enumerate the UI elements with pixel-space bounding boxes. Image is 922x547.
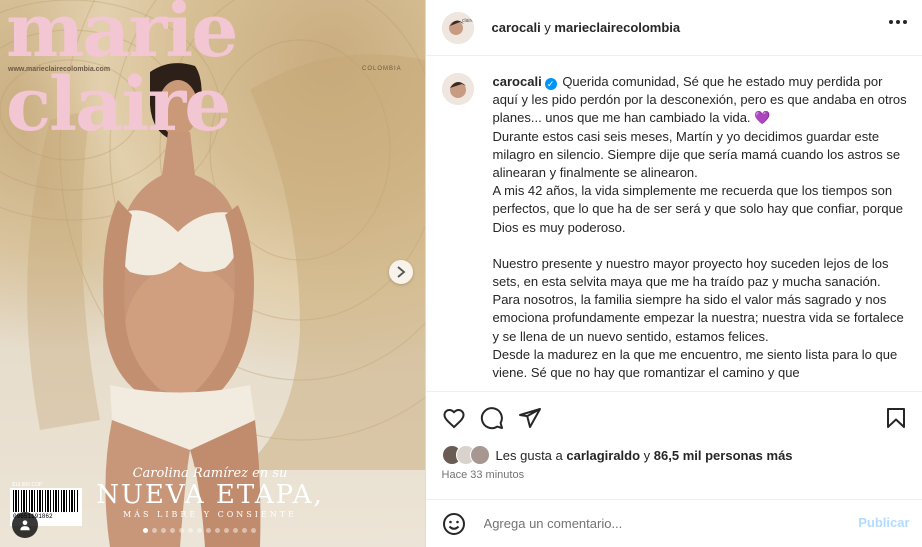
comment-input[interactable] <box>481 515 846 532</box>
header-connector: y <box>540 20 555 35</box>
verified-badge-icon: ✓ <box>544 78 557 90</box>
instagram-post-modal: marie claire www.marieclairecolombia.com… <box>0 0 922 547</box>
caption-scroll-area[interactable]: carocali ✓ Querida comunidad, Sé que he e… <box>426 57 922 391</box>
carousel-dot <box>224 528 229 533</box>
heart-icon[interactable] <box>442 406 466 430</box>
post-header: claire carocali y marieclairecolombia <box>425 0 922 56</box>
header-user-marieclaire[interactable]: marieclairecolombia <box>554 20 680 35</box>
carousel-dot <box>242 528 247 533</box>
emoji-icon[interactable] <box>442 512 466 536</box>
avatar[interactable]: claire <box>441 11 474 44</box>
carousel-dot <box>197 528 202 533</box>
cover-headline: NUEVA ETAPA, <box>96 480 324 510</box>
user-tag-icon[interactable] <box>12 512 38 538</box>
likes-middle: y <box>640 447 654 463</box>
caption-body-1: Querida comunidad, Sé que he estado muy … <box>492 74 907 235</box>
carousel-dot <box>215 528 220 533</box>
header-user-carocali[interactable]: carocali <box>492 20 541 35</box>
more-horizontal-icon[interactable] <box>888 20 907 24</box>
caption-paragraph-2: Nuestro presente y nuestro mayor proyect… <box>492 255 904 381</box>
likes-row: Les gusta a carlagiraldo y 86,5 mil pers… <box>441 445 793 465</box>
likes-text: Les gusta a carlagiraldo y 86,5 mil pers… <box>496 448 793 463</box>
caption-username[interactable]: carocali <box>493 74 542 89</box>
post-comment-button[interactable]: Publicar <box>858 515 909 530</box>
send-icon[interactable] <box>518 406 542 430</box>
magazine-country: COLOMBIA <box>362 66 402 72</box>
caption-avatar[interactable] <box>441 73 474 105</box>
carousel-dot <box>170 528 175 533</box>
carousel-dot <box>179 528 184 533</box>
post-image[interactable]: marie claire www.marieclairecolombia.com… <box>0 0 426 547</box>
comment-icon[interactable] <box>480 406 504 430</box>
liker-avatar[interactable] <box>469 445 490 465</box>
carousel-dot <box>251 528 256 533</box>
carousel-dot <box>161 528 166 533</box>
carousel-dot <box>152 528 157 533</box>
carousel-dot <box>188 528 193 533</box>
cover-tagline-name: Carolina Ramírez en su <box>132 466 288 481</box>
carousel-dot <box>233 528 238 533</box>
likes-prefix: Les gusta a <box>495 447 567 463</box>
post-timestamp[interactable]: Hace 33 minutos <box>442 469 525 481</box>
carousel-dot <box>206 528 211 533</box>
carousel-dots <box>143 528 256 533</box>
chevron-right-icon[interactable] <box>389 260 413 284</box>
likes-count[interactable]: 86,5 mil personas más <box>654 448 793 463</box>
caption-paragraph-1: carocali ✓ Querida comunidad, Sé que he e… <box>493 73 908 237</box>
magazine-url: www.marieclairecolombia.com <box>8 66 111 73</box>
header-usernames: carocali y marieclairecolombia <box>492 20 681 35</box>
cover-subheadline: MÁS LIBRE Y CONSIENTE <box>123 510 297 519</box>
carousel-dot <box>143 528 148 533</box>
caption-text: carocali ✓ Querida comunidad, Sé que he e… <box>493 73 908 382</box>
barcode-bars <box>13 490 79 512</box>
svg-text:claire: claire <box>462 18 474 24</box>
action-bar <box>425 391 922 443</box>
comment-bar: Publicar <box>425 499 922 547</box>
bookmark-icon[interactable] <box>884 406 908 430</box>
post-sidebar: claire carocali y marieclairecolombia ca… <box>425 0 922 547</box>
likes-user[interactable]: carlagiraldo <box>566 448 640 463</box>
